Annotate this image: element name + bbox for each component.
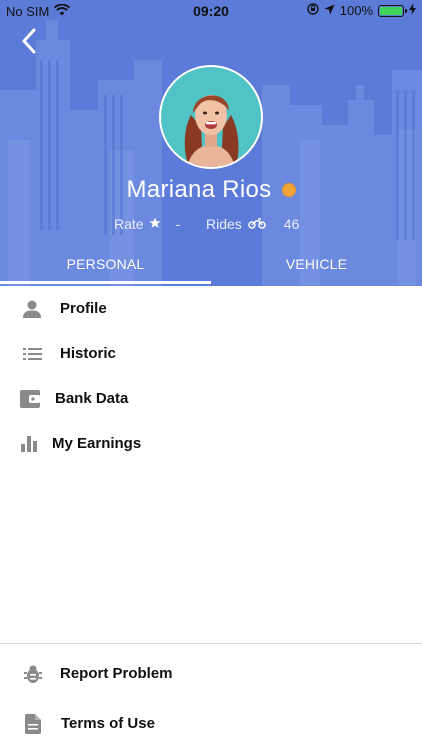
menu-item-profile-label: Profile: [60, 300, 107, 317]
bug-icon: [24, 664, 42, 684]
user-name: Mariana Rios: [126, 176, 272, 203]
rate-label: Rate: [114, 216, 144, 232]
menu-item-bank-data[interactable]: Bank Data: [0, 376, 422, 421]
bar-chart-icon: [21, 435, 37, 452]
person-icon: [22, 299, 42, 319]
back-button[interactable]: [14, 28, 44, 58]
menu-item-historic[interactable]: Historic: [0, 331, 422, 376]
tab-personal[interactable]: PERSONAL: [0, 242, 211, 286]
wallet-icon: [20, 389, 40, 408]
terms-of-use-button[interactable]: Terms of Use: [0, 701, 422, 746]
chevron-left-icon: [21, 28, 37, 59]
rides-stat: Rides 46: [206, 216, 299, 232]
battery-percent: 100%: [339, 3, 373, 18]
menu-item-bank-data-label: Bank Data: [55, 390, 129, 407]
charging-bolt-icon: [409, 3, 416, 18]
menu-item-historic-label: Historic: [60, 345, 116, 362]
motorcycle-icon: [248, 216, 266, 232]
menu-item-my-earnings-label: My Earnings: [52, 435, 142, 452]
menu-item-profile[interactable]: Profile: [0, 286, 422, 331]
report-problem-button[interactable]: Report Problem: [0, 651, 422, 696]
document-icon: [25, 713, 41, 734]
menu-item-my-earnings[interactable]: My Earnings: [0, 421, 422, 466]
battery-icon: [378, 4, 407, 17]
tab-vehicle[interactable]: VEHICLE: [211, 242, 422, 286]
tab-personal-label: PERSONAL: [66, 256, 145, 272]
rate-value: -: [175, 216, 181, 232]
status-bar: No SIM 09:20 100%: [0, 0, 422, 22]
status-right: 100%: [307, 3, 416, 18]
rides-value: 46: [283, 216, 300, 232]
rate-stat: Rate -: [114, 216, 180, 232]
star-icon: [149, 216, 161, 232]
avatar-photo: [161, 67, 261, 167]
list-icon: [23, 347, 43, 361]
footer-divider: [0, 643, 422, 644]
terms-of-use-label: Terms of Use: [61, 715, 155, 732]
tab-vehicle-label: VEHICLE: [285, 256, 348, 272]
profile-header: No SIM 09:20 100% Mariana Rios Rate - Ri…: [0, 0, 422, 286]
online-status-dot: [281, 183, 296, 197]
orientation-lock-icon: [307, 3, 319, 18]
location-arrow-icon: [324, 3, 335, 18]
name-row: Mariana Rios: [0, 176, 422, 204]
report-problem-label: Report Problem: [60, 665, 173, 682]
profile-tabs: PERSONAL VEHICLE: [0, 242, 422, 286]
rides-label: Rides: [206, 216, 242, 232]
personal-menu: Profile Historic Bank Data My Earnings: [0, 286, 422, 466]
avatar[interactable]: [159, 65, 263, 169]
